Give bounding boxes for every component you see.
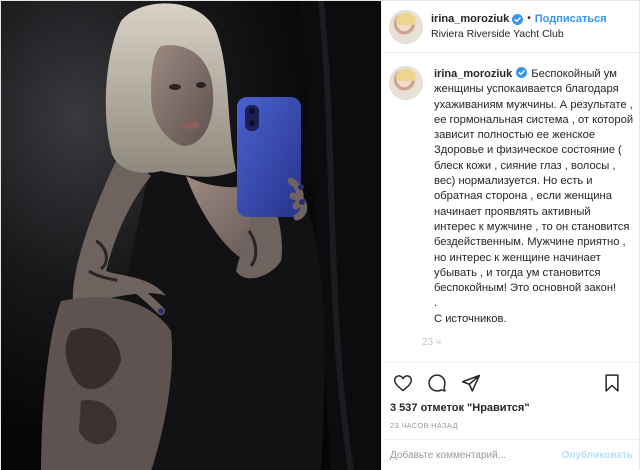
avatar[interactable] [390, 10, 422, 43]
header-row: irina_moroziuk • Подписаться [431, 12, 607, 26]
post-photo[interactable] [1, 1, 381, 470]
save-button[interactable] [599, 370, 625, 396]
caption: irina_moroziuk Беспокойный ум женщины усп… [434, 67, 634, 327]
likes-count[interactable]: 3 537 отметок "Нравится" [390, 402, 530, 414]
caption-text: Беспокойный ум женщины успокаивается бла… [434, 68, 634, 325]
share-button[interactable] [458, 370, 484, 396]
post-side-panel: irina_moroziuk • Подписаться Riviera Riv… [381, 1, 640, 470]
add-comment-bar: Опубликовать [382, 439, 640, 470]
location-link[interactable]: Riviera Riverside Yacht Club [431, 27, 607, 41]
post-header: irina_moroziuk • Подписаться Riviera Riv… [382, 1, 640, 53]
comments-area[interactable]: irina_moroziuk Беспокойный ум женщины усп… [382, 54, 640, 362]
publish-button[interactable]: Опубликовать [562, 450, 633, 461]
post-timestamp[interactable]: 23 ЧАСОВ НАЗАД [390, 421, 458, 430]
caption-avatar[interactable] [390, 67, 422, 99]
separator-dot: • [527, 13, 531, 24]
comment-icon [428, 373, 446, 392]
verified-badge-icon [516, 67, 528, 78]
verified-badge-icon [512, 13, 524, 25]
heart-icon [393, 374, 413, 391]
bookmark-icon [605, 374, 619, 392]
instagram-post: irina_moroziuk • Подписаться Riviera Riv… [0, 0, 640, 470]
share-icon [461, 374, 481, 392]
header-text: irina_moroziuk • Подписаться Riviera Riv… [431, 12, 607, 41]
caption-block: irina_moroziuk Беспокойный ум женщины усп… [422, 67, 634, 362]
follow-button[interactable]: Подписаться [535, 12, 607, 26]
comment-input[interactable] [390, 450, 562, 461]
like-button[interactable] [390, 370, 416, 396]
username-link[interactable]: irina_moroziuk [431, 12, 509, 26]
caption-time[interactable]: 23 ч [422, 337, 634, 348]
action-bar [382, 362, 640, 402]
mirror-selfie-image [1, 1, 381, 470]
comment-button[interactable] [424, 370, 450, 396]
caption-username-link[interactable]: irina_moroziuk [434, 68, 512, 80]
